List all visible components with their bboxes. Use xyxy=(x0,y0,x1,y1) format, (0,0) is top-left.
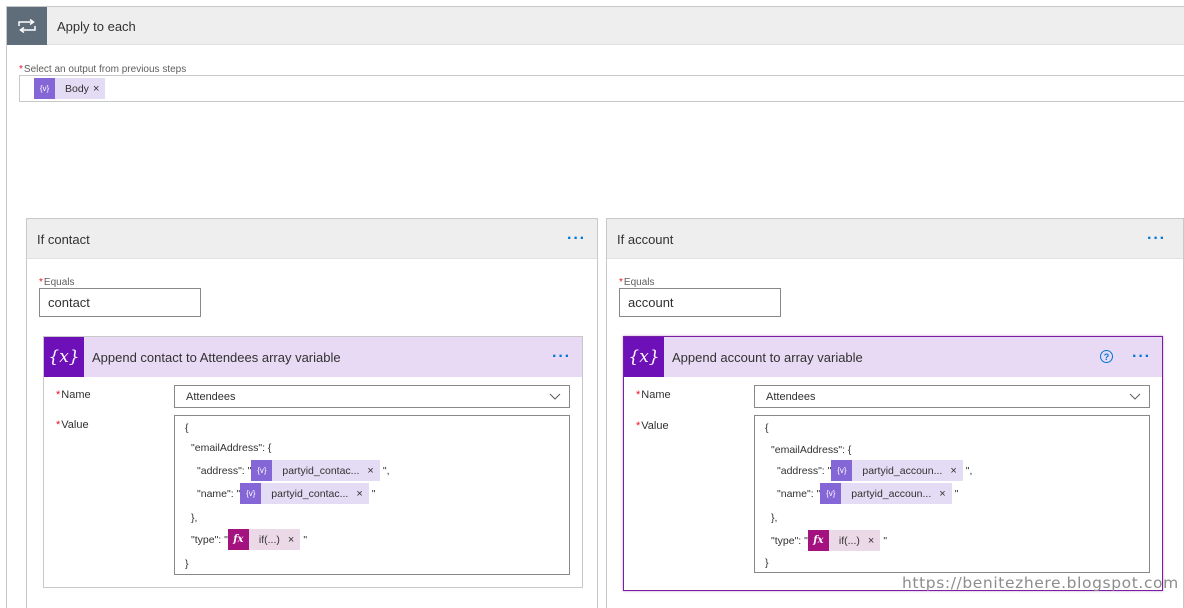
remove-token-icon[interactable]: × xyxy=(288,534,300,546)
loop-icon xyxy=(7,7,47,45)
branch-title: If contact xyxy=(37,232,90,247)
expression-token[interactable]: fx if(...) × xyxy=(227,529,301,550)
if-contact-header[interactable]: If contact ··· xyxy=(27,219,597,259)
json-close-inner: }, xyxy=(191,512,198,524)
json-email-key: "emailAddress": { xyxy=(771,444,852,456)
json-close-inner: }, xyxy=(771,512,778,524)
name-label: *Name xyxy=(56,389,91,401)
name-label: *Name xyxy=(636,389,671,401)
if-account-branch: If account ··· *Equals account {x} Appen… xyxy=(606,218,1184,608)
value-editor[interactable]: { "emailAddress": { "address": " {v} par… xyxy=(754,415,1150,573)
equals-input[interactable]: account xyxy=(619,288,781,317)
dynamic-content-icon: {v} xyxy=(820,483,842,504)
action-title: Append account to array variable xyxy=(672,350,863,365)
json-name-line: "name": " {v} partyid_accoun... × " xyxy=(777,483,958,504)
remove-token-icon[interactable]: × xyxy=(939,488,951,500)
equals-input[interactable]: contact xyxy=(39,288,201,317)
select-output-field[interactable]: {v} Body × xyxy=(19,75,1184,102)
variable-icon: {x} xyxy=(44,337,84,377)
name-select[interactable]: Attendees xyxy=(754,385,1150,408)
if-contact-branch: If contact ··· *Equals contact {x} Appen… xyxy=(26,218,598,608)
value-label: *Value xyxy=(56,419,89,431)
required-marker: * xyxy=(19,64,23,75)
variable-icon: {x} xyxy=(624,337,664,377)
help-icon[interactable]: ? xyxy=(1100,350,1113,363)
name-token[interactable]: {v} partyid_contac... × xyxy=(240,483,369,504)
append-contact-action: {x} Append contact to Attendees array va… xyxy=(43,336,583,588)
name-select-value: Attendees xyxy=(186,391,236,403)
expression-token[interactable]: fx if(...) × xyxy=(807,530,881,551)
equals-label: *Equals xyxy=(39,277,75,288)
remove-token-icon[interactable]: × xyxy=(356,488,368,500)
action-header[interactable]: {x} Append contact to Attendees array va… xyxy=(44,337,582,377)
more-options-icon[interactable]: ··· xyxy=(567,231,586,247)
json-type-line: "type": " fx if(...) × " xyxy=(191,529,307,550)
remove-token-icon[interactable]: × xyxy=(950,465,962,477)
value-label: *Value xyxy=(636,420,669,432)
json-address-line: "address": " {v} partyid_accoun... × ", xyxy=(777,460,972,481)
if-account-header[interactable]: If account ··· xyxy=(607,219,1183,259)
value-editor[interactable]: { "emailAddress": { "address": " {v} par… xyxy=(174,415,570,575)
json-close-brace: } xyxy=(765,557,769,569)
apply-to-each-title: Apply to each xyxy=(57,19,136,34)
json-type-line: "type": " fx if(...) × " xyxy=(771,530,887,551)
body-token[interactable]: {v} Body × xyxy=(34,78,106,99)
address-token[interactable]: {v} partyid_accoun... × xyxy=(831,460,963,481)
chevron-down-icon xyxy=(1129,393,1141,400)
blog-watermark: https://benitezhere.blogspot.com xyxy=(902,574,1179,592)
dynamic-content-icon: {v} xyxy=(831,460,853,481)
branch-title: If account xyxy=(617,232,674,247)
json-open-brace: { xyxy=(765,422,769,434)
more-options-icon[interactable]: ··· xyxy=(552,349,571,365)
action-header[interactable]: {x} Append account to array variable ? ·… xyxy=(624,337,1162,377)
equals-label: *Equals xyxy=(619,277,655,288)
fx-icon: fx xyxy=(227,529,249,550)
json-close-brace: } xyxy=(185,558,189,570)
dynamic-content-icon: {v} xyxy=(34,78,55,99)
remove-token-icon[interactable]: × xyxy=(367,465,379,477)
chevron-down-icon xyxy=(549,393,561,400)
address-token[interactable]: {v} partyid_contac... × xyxy=(251,460,380,481)
json-email-key: "emailAddress": { xyxy=(191,442,272,454)
remove-token-icon[interactable]: × xyxy=(93,83,105,95)
json-open-brace: { xyxy=(185,422,189,434)
remove-token-icon[interactable]: × xyxy=(868,535,880,547)
json-name-line: "name": " {v} partyid_contac... × " xyxy=(197,483,376,504)
dynamic-content-icon: {v} xyxy=(240,483,262,504)
name-select-value: Attendees xyxy=(766,391,816,403)
json-address-line: "address": " {v} partyid_contac... × ", xyxy=(197,460,390,481)
dynamic-content-icon: {v} xyxy=(251,460,273,481)
action-title: Append contact to Attendees array variab… xyxy=(92,350,341,365)
append-account-action: {x} Append account to array variable ? ·… xyxy=(623,336,1163,591)
fx-icon: fx xyxy=(807,530,829,551)
more-options-icon[interactable]: ··· xyxy=(1147,231,1166,247)
name-select[interactable]: Attendees xyxy=(174,385,570,408)
more-options-icon[interactable]: ··· xyxy=(1132,349,1151,365)
name-token[interactable]: {v} partyid_accoun... × xyxy=(820,483,952,504)
apply-to-each-header[interactable]: Apply to each xyxy=(7,7,1184,45)
select-output-label: *Select an output from previous steps xyxy=(19,64,187,75)
